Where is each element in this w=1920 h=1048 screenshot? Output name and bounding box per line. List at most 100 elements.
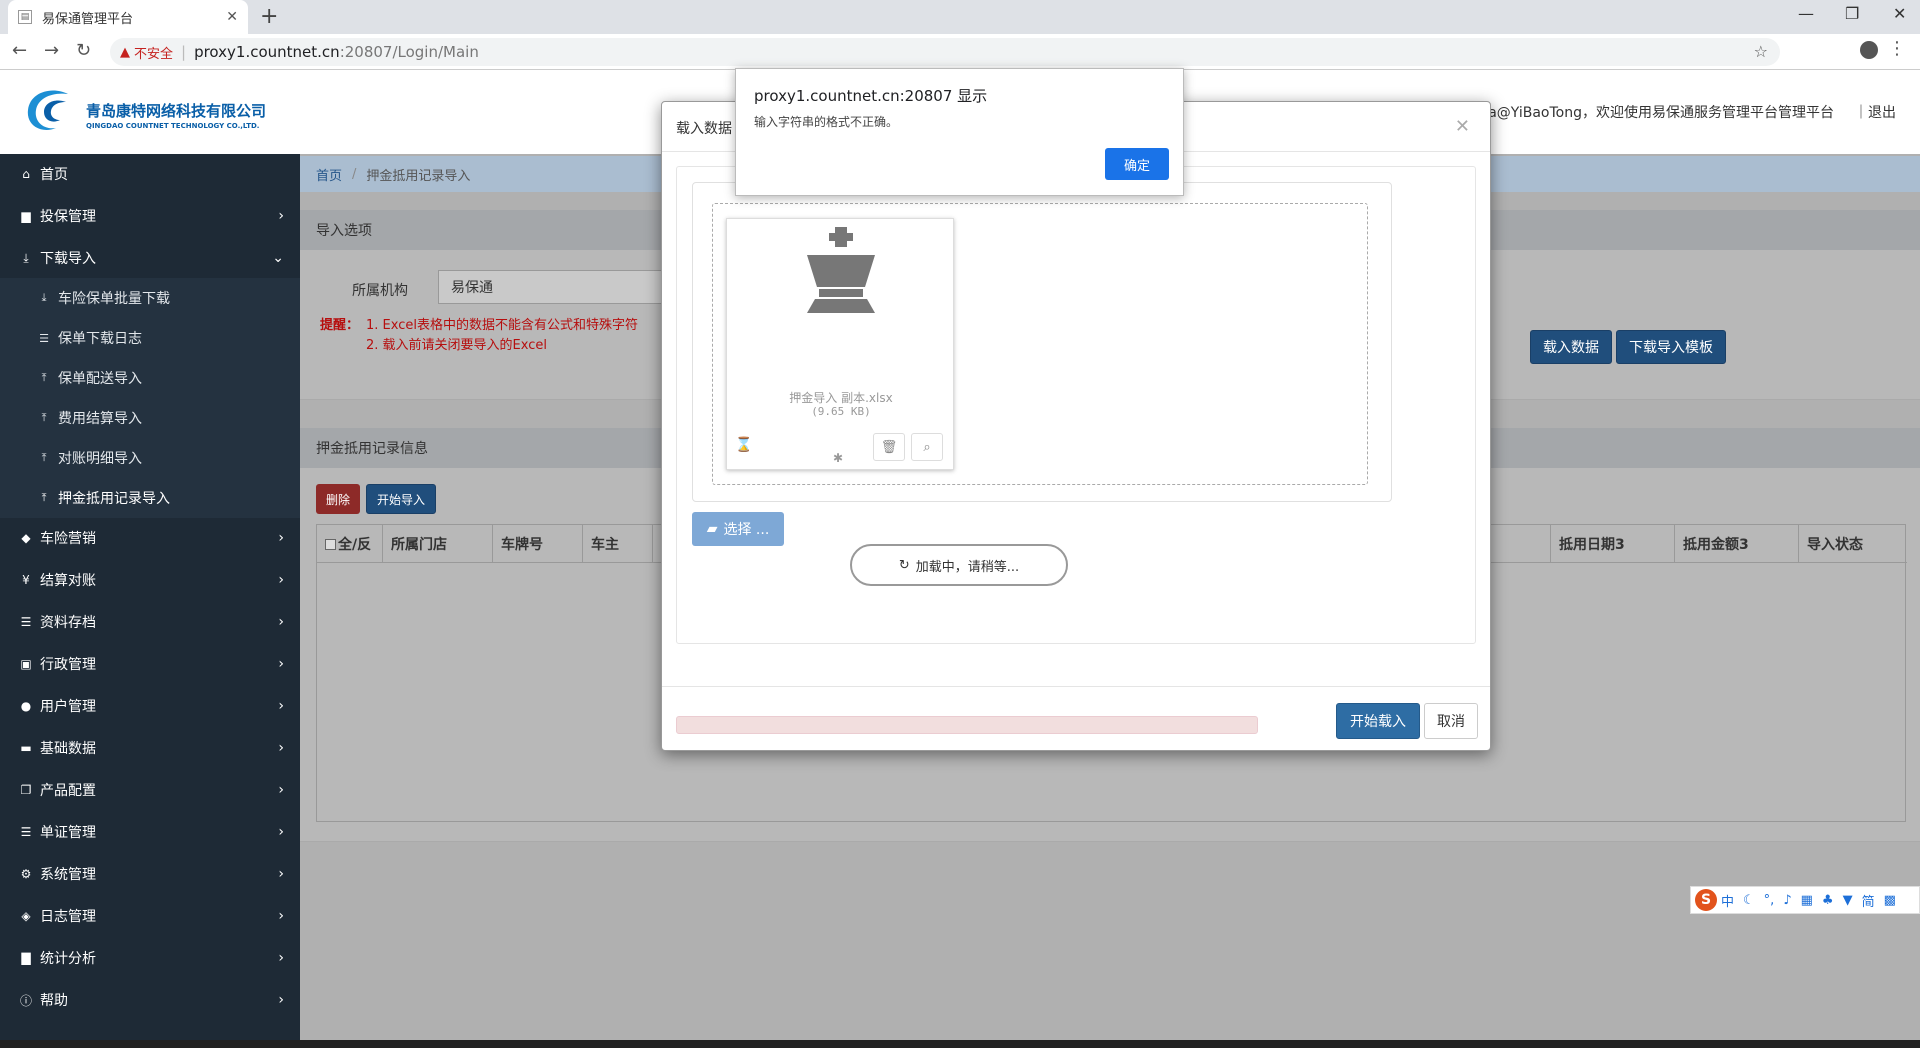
sidebar-item-label: 首页: [40, 167, 68, 183]
select-all-checkbox[interactable]: [325, 538, 336, 550]
sidebar-item-help[interactable]: ⓘ 帮助 ›: [0, 980, 300, 1020]
sidebar-item-insure[interactable]: ▆ 投保管理 ›: [0, 196, 300, 236]
sidebar-item-home[interactable]: ⌂ 首页: [0, 154, 300, 194]
forward-icon[interactable]: →: [44, 40, 59, 61]
sidebar-item-stats[interactable]: ▇ 统计分析 ›: [0, 938, 300, 978]
browser-menu-icon[interactable]: ⋮: [1888, 38, 1906, 59]
select-file-button[interactable]: ▰ 选择 ...: [692, 512, 784, 546]
grid-icon[interactable]: ▩: [1884, 893, 1896, 908]
alert-ok-button[interactable]: 确定: [1105, 148, 1169, 180]
mic-icon[interactable]: ♪: [1783, 893, 1791, 908]
url-separator: |: [181, 43, 187, 61]
sidebar-item-system[interactable]: ⚙ 系统管理 ›: [0, 854, 300, 894]
sidebar-subitem-download-log[interactable]: ☰ 保单下载日志: [0, 318, 300, 358]
gear-icon: ⚙: [20, 867, 32, 881]
hdd-icon: ▬: [20, 741, 32, 755]
download-icon: ⤓: [23, 250, 29, 265]
sidebar-item-admin[interactable]: ▣ 行政管理 ›: [0, 644, 300, 684]
breadcrumb-home[interactable]: 首页: [316, 165, 342, 184]
upload-icon: ⤒: [41, 371, 47, 384]
column-header: 所属门店: [383, 525, 493, 563]
tags-icon: ◈: [21, 909, 31, 923]
info-icon: ⓘ: [19, 993, 32, 1008]
column-header: 车牌号: [493, 525, 583, 563]
chevron-right-icon: ›: [278, 908, 284, 924]
logout-link[interactable]: ｜退出: [1854, 102, 1896, 122]
tab-title: 易保通管理平台: [42, 11, 134, 27]
reload-icon[interactable]: ↻: [76, 40, 91, 61]
modal-title: 载入数据: [676, 121, 732, 137]
punctuation-icon[interactable]: °,: [1764, 893, 1775, 908]
select-all-header[interactable]: 全/反: [317, 525, 383, 563]
upload-icon: ⤒: [41, 451, 47, 464]
sidebar-item-archive[interactable]: ☰ 资料存档 ›: [0, 602, 300, 642]
sidebar-item-logs[interactable]: ◈ 日志管理 ›: [0, 896, 300, 936]
sidebar-subitem-label: 押金抵用记录导入: [58, 491, 170, 507]
sidebar-item-base-data[interactable]: ▬ 基础数据 ›: [0, 728, 300, 768]
sidebar-subitem-batch-download[interactable]: ⤓ 车险保单批量下载: [0, 278, 300, 318]
restore-icon[interactable]: ❐: [1845, 4, 1859, 23]
address-bar: ← → ↻ ▲ 不安全 | proxy1.countnet.cn :20807/…: [0, 34, 1920, 70]
zoom-icon[interactable]: ⌕: [911, 433, 943, 461]
keyboard-icon[interactable]: ▦: [1801, 893, 1813, 908]
chevron-right-icon: ›: [278, 740, 284, 756]
sidebar-item-label: 产品配置: [40, 783, 96, 799]
file-size: (9.65 KB): [811, 405, 871, 418]
sidebar-subitem-reconcile-import[interactable]: ⤒ 对账明细导入: [0, 438, 300, 478]
ime-language[interactable]: 中: [1721, 891, 1734, 910]
close-icon[interactable]: ✕: [1455, 116, 1470, 137]
chevron-right-icon: ›: [278, 530, 284, 546]
sidebar-item-settlement[interactable]: ¥ 结算对账 ›: [0, 560, 300, 600]
profile-icon[interactable]: [1860, 41, 1878, 59]
browser-tab[interactable]: ▤ 易保通管理平台 ✕: [8, 0, 248, 34]
sidebar-subitem-delivery-import[interactable]: ⤒ 保单配送导入: [0, 358, 300, 398]
simplified-icon[interactable]: 简: [1862, 891, 1875, 910]
url-path: :20807/Login/Main: [339, 43, 479, 61]
sogou-logo-icon[interactable]: S: [1695, 889, 1717, 911]
sidebar-item-label: 基础数据: [40, 741, 96, 757]
tip-label: 提醒：: [320, 318, 360, 333]
load-data-button[interactable]: 载入数据: [1530, 330, 1612, 364]
sidebar-subitem-label: 费用结算导入: [58, 411, 142, 427]
upload-icon: ⤒: [41, 491, 47, 504]
sidebar-subitem-label: 保单配送导入: [58, 371, 142, 387]
sidebar-item-car-marketing[interactable]: ◆ 车险营销 ›: [0, 518, 300, 558]
delete-button[interactable]: 删除: [316, 484, 360, 514]
column-header: 抵用金额3: [1675, 525, 1799, 563]
close-window-icon[interactable]: ✕: [1893, 4, 1906, 23]
close-tab-icon[interactable]: ✕: [226, 9, 238, 25]
sidebar-subitem-label: 对账明细导入: [58, 451, 142, 467]
sidebar-item-product-config[interactable]: ❐ 产品配置 ›: [0, 770, 300, 810]
skin-icon[interactable]: ♣: [1822, 893, 1834, 908]
company-name-en: QINGDAO COUNTNET TECHNOLOGY CO.,LTD.: [86, 122, 260, 130]
tip-line-1: 1. Excel表格中的数据不能含有公式和特殊字符: [366, 318, 638, 333]
org-label: 所属机构: [352, 283, 408, 299]
sidebar-item-label: 日志管理: [40, 909, 96, 925]
trash-icon[interactable]: 🗑: [873, 433, 905, 461]
load-data-modal: 载入数据 ✕ 押金导入 副本.xlsx (9.65 KB) ⌛ ✱ 🗑 ⌕ ▰ 选…: [661, 101, 1491, 751]
sidebar-item-download-import[interactable]: ⤓ 下载导入 ⌄: [0, 238, 300, 278]
download-template-button[interactable]: 下载导入模板: [1616, 330, 1726, 364]
breadcrumb-current: 押金抵用记录导入: [366, 168, 471, 184]
loading-indicator: ↻ 加载中，请稍等...: [850, 544, 1068, 586]
new-tab-icon[interactable]: +: [260, 4, 278, 29]
url-field[interactable]: ▲ 不安全 | proxy1.countnet.cn :20807/Login/…: [110, 38, 1780, 66]
sidebar-item-documents[interactable]: ☰ 单证管理 ›: [0, 812, 300, 852]
sidebar-item-users[interactable]: ● 用户管理 ›: [0, 686, 300, 726]
chevron-down-icon: ⌄: [272, 250, 284, 266]
bookmark-star-icon[interactable]: ☆: [1754, 42, 1768, 61]
sidebar-item-label: 下载导入: [40, 251, 96, 267]
minimize-icon[interactable]: —: [1798, 4, 1814, 23]
copy-icon: ❐: [20, 783, 32, 797]
back-icon[interactable]: ←: [12, 40, 27, 61]
sidebar-item-label: 用户管理: [40, 699, 96, 715]
list-icon: ☰: [20, 825, 32, 839]
shirt-icon[interactable]: ▼: [1843, 893, 1853, 908]
cancel-button[interactable]: 取消: [1424, 703, 1478, 739]
moon-icon[interactable]: ☾: [1743, 893, 1755, 908]
chevron-right-icon: ›: [278, 614, 284, 630]
sidebar-subitem-deposit-import[interactable]: ⤒ 押金抵用记录导入: [0, 478, 300, 518]
start-import-button[interactable]: 开始导入: [366, 484, 436, 514]
sidebar-subitem-fee-import[interactable]: ⤒ 费用结算导入: [0, 398, 300, 438]
start-load-button[interactable]: 开始载入: [1336, 703, 1420, 739]
